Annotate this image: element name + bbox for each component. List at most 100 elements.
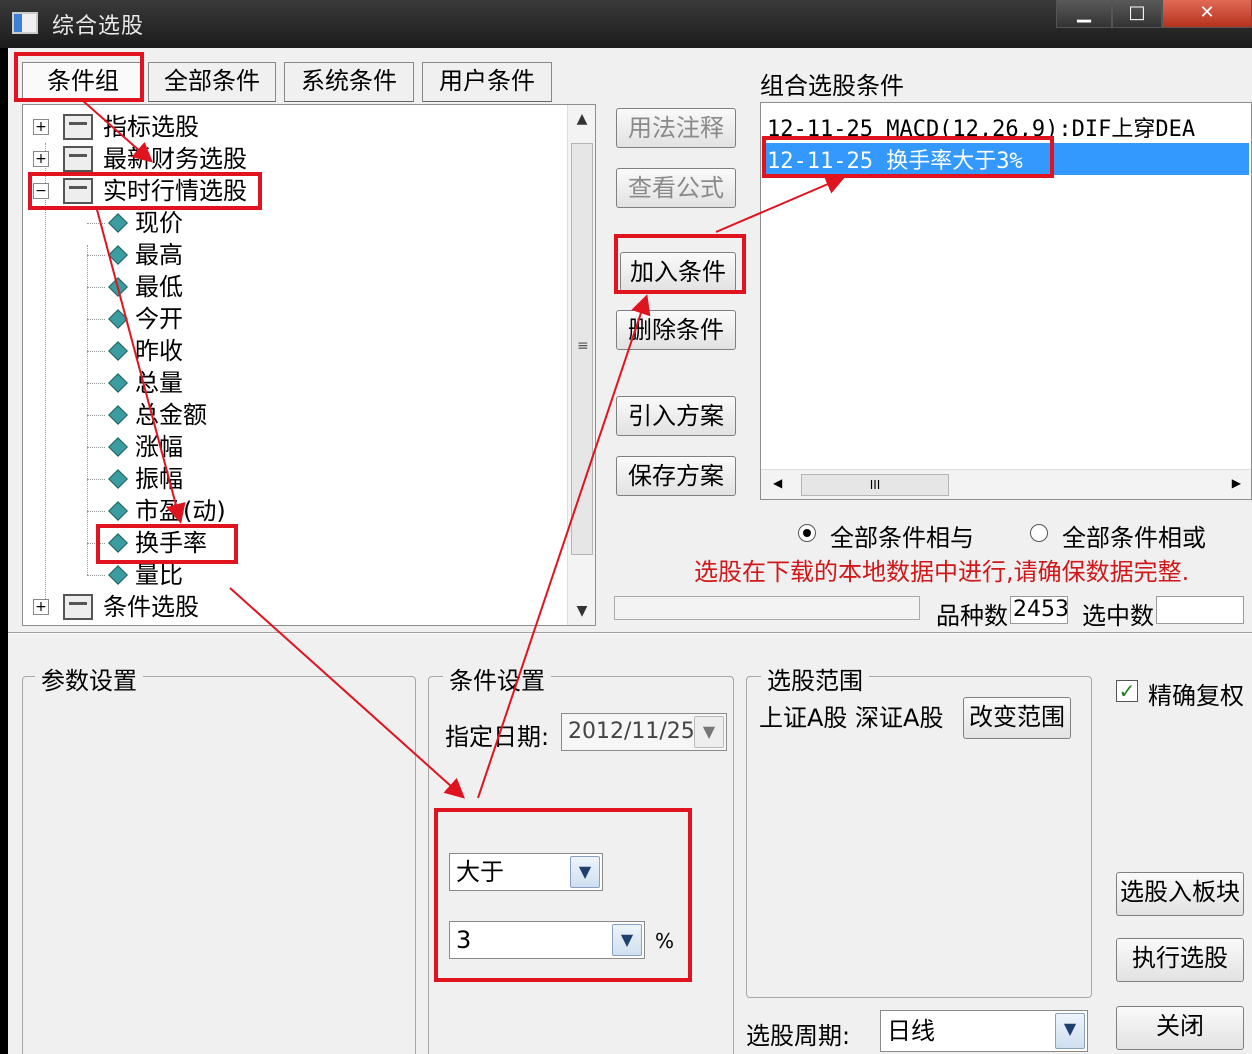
date-label: 指定日期: (445, 723, 550, 751)
expand-icon[interactable]: + (33, 151, 49, 167)
tab-system-conditions[interactable]: 系统条件 (284, 62, 414, 102)
import-scheme-button[interactable]: 引入方案 (616, 396, 736, 436)
params-title: 参数设置 (35, 661, 143, 696)
window-title: 综合选股 (52, 14, 145, 39)
indicator-leaf-icon (108, 405, 128, 425)
highlight-selected-condition (762, 136, 1054, 178)
tree-line (87, 351, 105, 352)
tree-child-label: 振幅 (135, 465, 183, 493)
condition-title: 条件设置 (443, 661, 551, 696)
folder-icon (63, 594, 93, 620)
tab-all-conditions[interactable]: 全部条件 (148, 62, 276, 102)
title-bar: 综合选股 ▁ □ ✕ (0, 0, 1252, 48)
scroll-down-icon[interactable]: ▼ (568, 603, 595, 619)
indicator-leaf-icon (108, 245, 128, 265)
radio-or-label[interactable]: 全部条件相或 (1062, 518, 1206, 553)
highlight-realtime-node (28, 172, 262, 210)
exact-adjust-checkbox[interactable]: ✓ (1116, 680, 1138, 702)
tree-line (87, 479, 105, 480)
dropdown-icon[interactable]: ▼ (694, 716, 724, 748)
app-icon (12, 12, 38, 34)
range-title: 选股范围 (761, 661, 869, 696)
count-value: 2453 (1010, 596, 1069, 624)
list-hscrollbar[interactable]: ◀ III ▶ (761, 469, 1251, 499)
delete-condition-button[interactable]: 删除条件 (616, 310, 736, 350)
params-group: 参数设置 (22, 661, 416, 1054)
save-scheme-button[interactable]: 保存方案 (616, 456, 736, 496)
scroll-thumb[interactable]: ≡ (571, 143, 593, 555)
date-value: 2012/11/25 (568, 719, 695, 744)
tab-user-conditions[interactable]: 用户条件 (422, 62, 552, 102)
highlight-condition-inputs (434, 808, 692, 982)
indicator-leaf-icon (108, 565, 128, 585)
range-group: 选股范围 上证A股 深证A股 改变范围 (746, 661, 1092, 998)
tree-node-label: 指标选股 (103, 113, 199, 141)
indicator-leaf-icon (108, 309, 128, 329)
tree-node-label: 最新财务选股 (103, 145, 247, 173)
maximize-button[interactable]: □ (1112, 0, 1162, 28)
indicator-leaf-icon (108, 501, 128, 521)
highlight-add-button (614, 234, 746, 294)
expand-icon[interactable]: + (33, 599, 49, 615)
tree-child-label: 最高 (135, 241, 183, 269)
scroll-left-icon[interactable]: ◀ (773, 476, 782, 490)
tree-child-label: 最低 (135, 273, 183, 301)
highlight-turnover-node (96, 524, 238, 564)
period-select[interactable]: 日线 ▼ (880, 1010, 1088, 1052)
tree-line (87, 415, 105, 416)
usage-notes-button[interactable]: 用法注释 (616, 108, 736, 148)
range-text: 上证A股 深证A股 (759, 704, 944, 732)
progress-bar (614, 596, 920, 620)
selected-count-value (1156, 596, 1244, 624)
tree-line (87, 319, 105, 320)
tree-line (87, 575, 105, 576)
divider (8, 632, 1252, 634)
tree-line (87, 245, 88, 575)
tree-line (45, 143, 46, 603)
warning-text: 选股在下载的本地数据中进行,请确保数据完整. (694, 558, 1190, 586)
tree-line (87, 223, 105, 224)
indicator-leaf-icon (108, 437, 128, 457)
radio-and[interactable] (798, 524, 816, 542)
tree-line (87, 447, 105, 448)
execute-button[interactable]: 执行选股 (1116, 938, 1244, 982)
combined-conditions-title: 组合选股条件 (760, 72, 904, 100)
folder-icon (63, 146, 93, 172)
tree-node-label: 条件选股 (103, 593, 199, 621)
expand-icon[interactable]: + (33, 119, 49, 135)
tree-child-label: 现价 (135, 209, 183, 237)
change-range-button[interactable]: 改变范围 (963, 697, 1071, 739)
tree-child-label: 市盈(动) (135, 497, 226, 525)
tree-line (87, 255, 105, 256)
dropdown-icon[interactable]: ▼ (1055, 1013, 1085, 1049)
tree-scrollbar[interactable]: ▲ ≡ ▼ (567, 105, 595, 625)
close-button[interactable]: 关闭 (1116, 1006, 1244, 1050)
tree-child-label: 涨幅 (135, 433, 183, 461)
tree-line (87, 287, 105, 288)
minimize-button[interactable]: ▁ (1056, 0, 1112, 28)
exact-adjust-label[interactable]: 精确复权 (1148, 676, 1244, 711)
indicator-leaf-icon (108, 213, 128, 233)
scroll-right-icon[interactable]: ▶ (1232, 476, 1241, 490)
selected-count-label: 选中数 (1082, 602, 1154, 630)
radio-and-label[interactable]: 全部条件相与 (830, 518, 974, 553)
indicator-leaf-icon (108, 373, 128, 393)
tree-child-label: 昨收 (135, 337, 183, 365)
hscroll-thumb[interactable]: III (801, 474, 949, 496)
period-label: 选股周期: (746, 1022, 851, 1050)
period-value: 日线 (887, 1017, 935, 1045)
tree-child-label: 总量 (135, 369, 183, 397)
radio-or[interactable] (1030, 524, 1048, 542)
indicator-leaf-icon (108, 277, 128, 297)
highlight-condition-group-tab (14, 52, 144, 102)
view-formula-button[interactable]: 查看公式 (616, 168, 736, 208)
tree-child-label: 总金额 (135, 401, 207, 429)
to-block-button[interactable]: 选股入板块 (1116, 872, 1244, 916)
scroll-up-icon[interactable]: ▲ (568, 111, 595, 127)
date-picker[interactable]: 2012/11/25 ▼ (561, 713, 727, 751)
count-label: 品种数 (936, 602, 1008, 630)
close-window-button[interactable]: ✕ (1162, 0, 1252, 28)
tree-line (87, 511, 105, 512)
folder-icon (63, 114, 93, 140)
scroll-grip-icon: ≡ (577, 338, 589, 354)
